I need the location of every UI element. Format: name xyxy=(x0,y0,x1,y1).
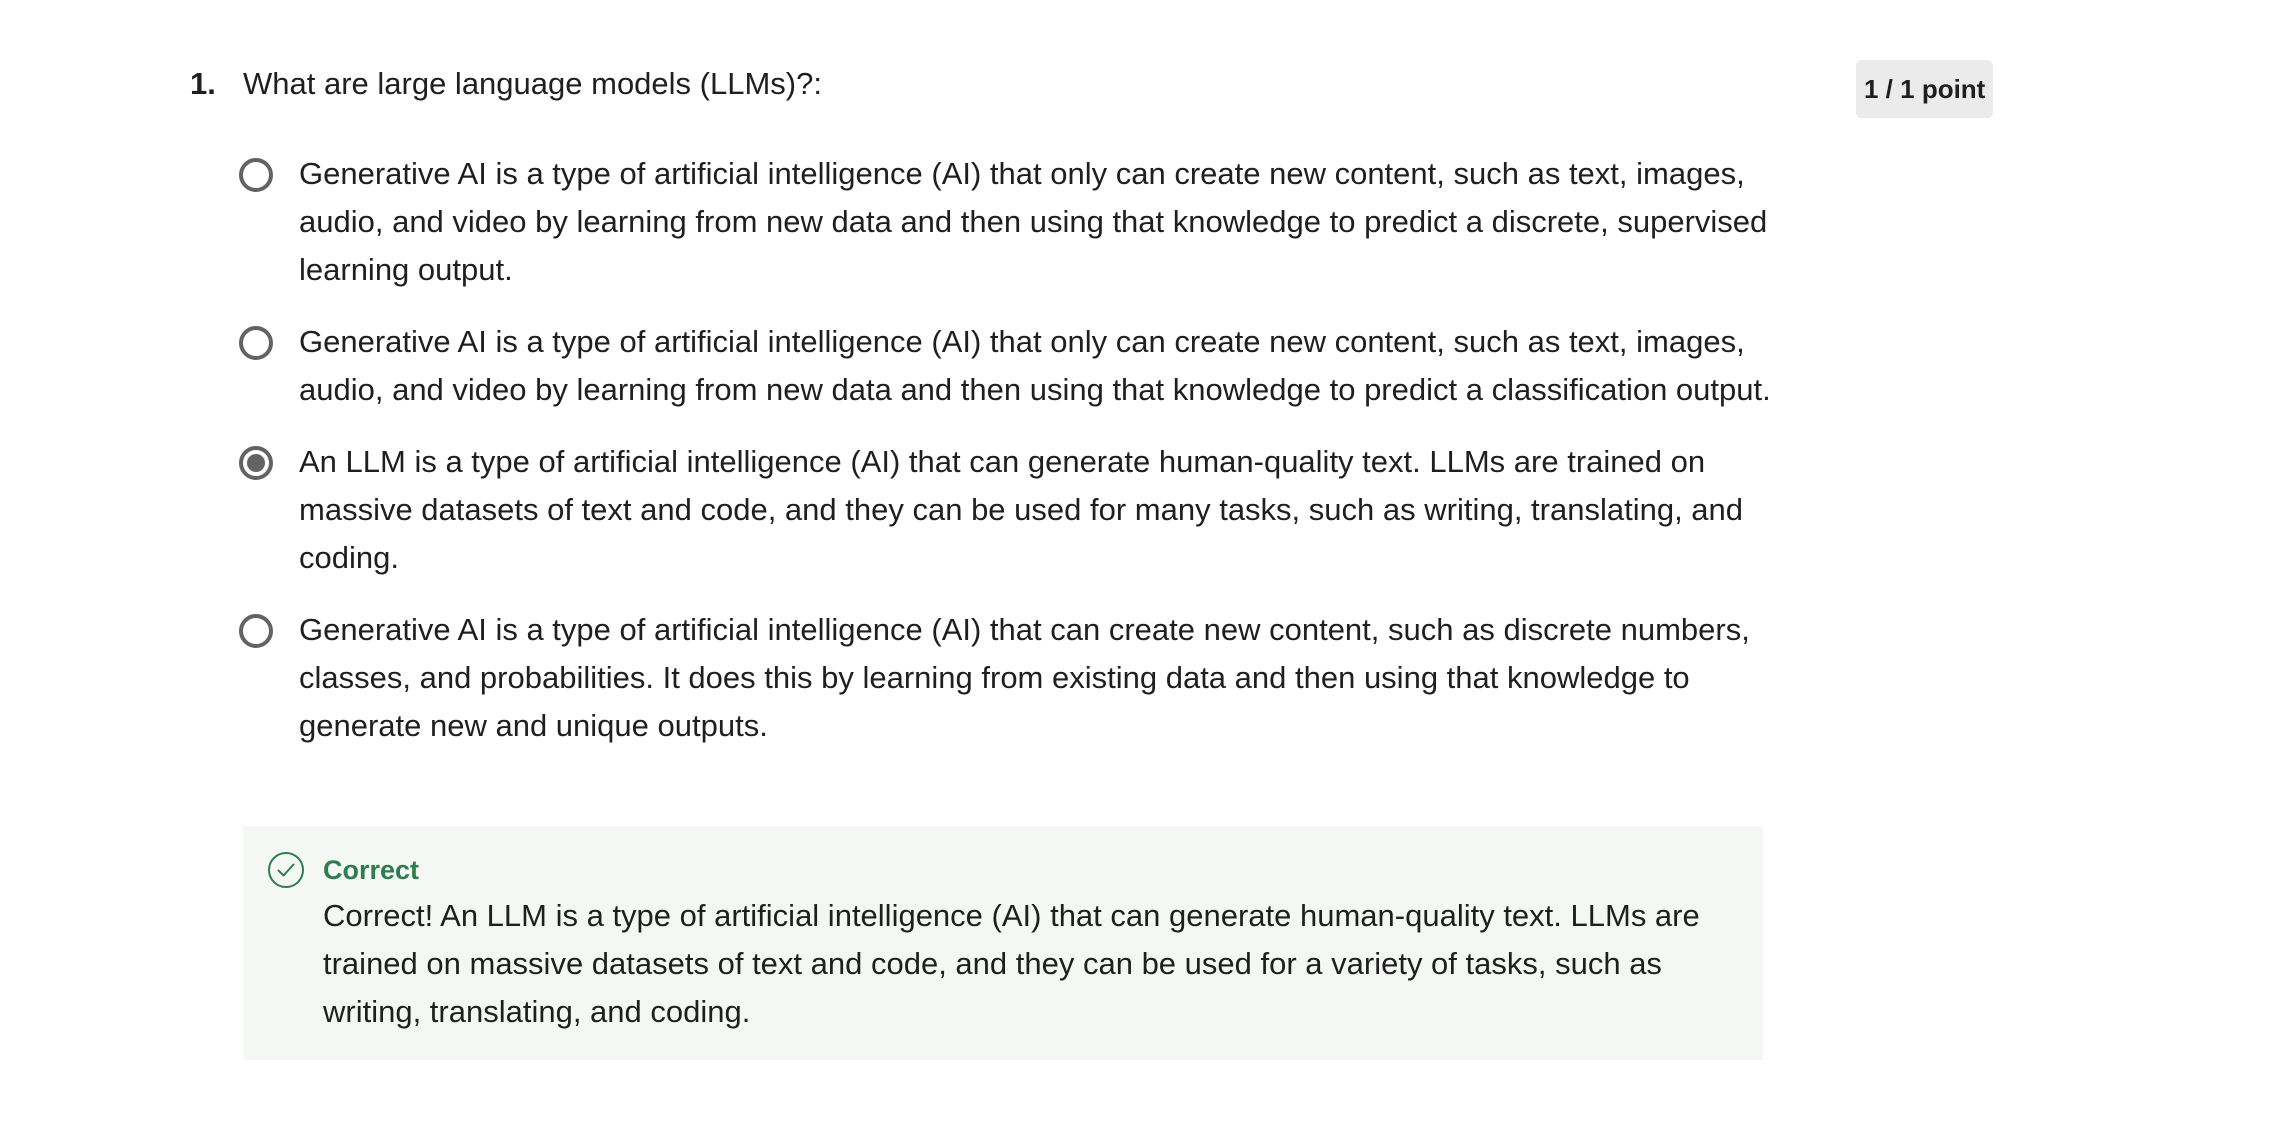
answer-options: Generative AI is a type of artificial in… xyxy=(239,150,1779,774)
question-header: 1. What are large language models (LLMs)… xyxy=(190,60,1780,108)
answer-option-1[interactable]: Generative AI is a type of artificial in… xyxy=(239,150,1779,294)
feedback-panel: Correct Correct! An LLM is a type of art… xyxy=(243,826,1763,1060)
answer-option-2[interactable]: Generative AI is a type of artificial in… xyxy=(239,318,1779,414)
feedback-status: Correct xyxy=(323,854,420,885)
answer-option-4[interactable]: Generative AI is a type of artificial in… xyxy=(239,606,1779,750)
radio-button-checked-icon[interactable] xyxy=(239,446,273,480)
points-badge: 1 / 1 point xyxy=(1856,60,1994,118)
answer-option-3[interactable]: An LLM is a type of artificial intellige… xyxy=(239,438,1779,582)
answer-option-label: An LLM is a type of artificial intellige… xyxy=(299,444,1744,575)
check-circle-icon xyxy=(268,852,304,888)
question-text: What are large language models (LLMs)?: xyxy=(243,66,822,101)
answer-option-label: Generative AI is a type of artificial in… xyxy=(299,324,1771,407)
question-number: 1. xyxy=(190,66,216,101)
feedback-header: Correct xyxy=(267,850,1731,890)
answer-option-label: Generative AI is a type of artificial in… xyxy=(299,612,1750,743)
question-block: 1. What are large language models (LLMs)… xyxy=(190,60,1780,108)
feedback-message: Correct! An LLM is a type of artificial … xyxy=(323,898,1700,1029)
radio-button-icon[interactable] xyxy=(239,326,273,360)
answer-option-label: Generative AI is a type of artificial in… xyxy=(299,156,1768,287)
radio-button-icon[interactable] xyxy=(239,158,273,192)
radio-button-icon[interactable] xyxy=(239,614,273,648)
